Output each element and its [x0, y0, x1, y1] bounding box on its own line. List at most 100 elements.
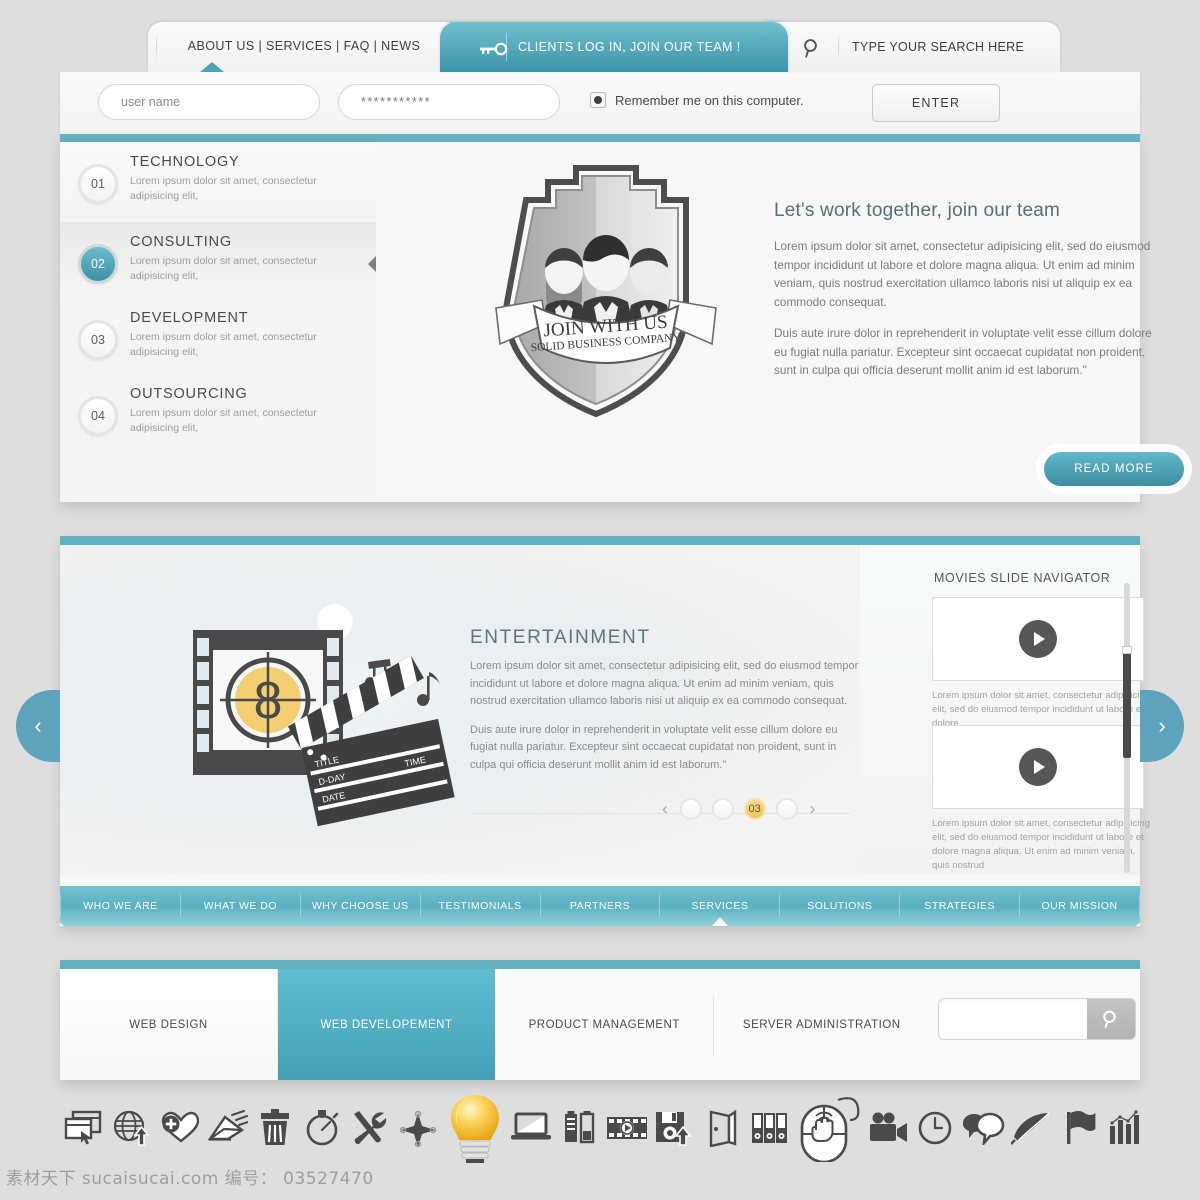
slider-section: 8 TITLE D-DAY DATE TIME ENTERTAINMENT Lo… — [60, 536, 1150, 926]
door-exit-icon[interactable] — [698, 1100, 746, 1156]
battery-icon[interactable] — [555, 1100, 603, 1156]
tab-web-development[interactable]: WEB DEVELOPEMENT — [278, 969, 496, 1080]
search-tab-divider — [838, 32, 839, 62]
item-description: Lorem ipsum dolor sit amet, consectetur … — [130, 175, 317, 202]
key-icon — [480, 42, 508, 56]
slider-next-button[interactable]: › — [1140, 690, 1184, 762]
tab-server-administration[interactable]: SERVER ADMINISTRATION — [713, 969, 930, 1080]
nav-item-strategies[interactable]: STRATEGIES — [900, 895, 1021, 917]
play-icon[interactable] — [1019, 748, 1057, 786]
icon-strip — [60, 1092, 1150, 1164]
flag-icon[interactable] — [1055, 1100, 1103, 1156]
pagination-dot-4[interactable] — [775, 798, 798, 820]
movie-thumbnail-1[interactable] — [932, 597, 1144, 681]
checkbox-dot — [594, 96, 602, 104]
nav-item-who-we-are[interactable]: WHO WE ARE — [60, 895, 181, 917]
clients-login-tab[interactable]: CLIENTS LOG IN, JOIN OUR TEAM ! — [440, 22, 788, 72]
play-icon[interactable] — [1019, 620, 1057, 658]
password-input[interactable]: *********** — [338, 84, 560, 120]
movie-camera-icon[interactable] — [864, 1100, 912, 1156]
top-bar: ABOUT US | SERVICES | FAQ | NEWS CLIENTS… — [0, 0, 1200, 72]
movie-caption-2: Lorem ipsum dolor sit amet, consectetur … — [932, 818, 1151, 871]
entertainment-panel: 8 TITLE D-DAY DATE TIME ENTERTAINMENT Lo… — [60, 545, 860, 875]
nav-item-what-we-do[interactable]: WHAT WE DO — [181, 895, 301, 917]
movies-scrollbar-thumb[interactable] — [1123, 650, 1131, 758]
remember-me-control[interactable]: Remember me on this computer. — [590, 92, 804, 108]
main-menu-tab[interactable]: ABOUT US | SERVICES | FAQ | NEWS — [148, 22, 460, 72]
remember-me-label: Remember me on this computer. — [615, 92, 804, 108]
compass-icon[interactable] — [394, 1100, 442, 1156]
nav-item-why-choose-us[interactable]: WHY CHOOSE US — [301, 895, 421, 917]
bottom-search-box[interactable] — [938, 998, 1136, 1040]
nav-item-solutions[interactable]: SOLUTIONS — [780, 895, 901, 917]
nav-item-partners[interactable]: PARTNERS — [541, 895, 661, 917]
trash-icon[interactable] — [251, 1100, 299, 1156]
tools-icon[interactable] — [346, 1100, 394, 1156]
nav-item-testimonials[interactable]: TESTIMONIALS — [421, 895, 541, 917]
bottom-search-button[interactable] — [1087, 999, 1135, 1039]
binders-icon[interactable] — [746, 1100, 794, 1156]
speech-bubbles-icon[interactable] — [959, 1100, 1007, 1156]
tab-product-management[interactable]: PRODUCT MANAGEMENT — [496, 969, 713, 1080]
tab-web-design[interactable]: WEB DESIGN — [60, 969, 278, 1080]
accordion-item-outsourcing[interactable]: 04 OUTSOURCING Lorem ipsum dolor sit ame… — [60, 374, 376, 450]
movies-scrollbar-grip[interactable] — [1122, 646, 1132, 654]
bottom-tabs-section: WEB DESIGN WEB DEVELOPEMENT PRODUCT MANA… — [60, 960, 1140, 1080]
accordion-item-technology[interactable]: 01 TECHNOLOGY Lorem ipsum dolor sit amet… — [60, 142, 376, 218]
clock-icon[interactable] — [912, 1100, 960, 1156]
bottom-search-input[interactable] — [939, 999, 1087, 1039]
item-description: Lorem ipsum dolor sit amet, consectetur … — [130, 331, 317, 358]
item-description: Lorem ipsum dolor sit amet, consectetur … — [130, 407, 317, 434]
pagination-dot-1[interactable] — [679, 798, 702, 820]
feather-pen-icon[interactable] — [1007, 1100, 1055, 1156]
section-navbar: WHO WE ARE WHAT WE DO WHY CHOOSE US TEST… — [60, 886, 1141, 926]
globe-upload-icon[interactable] — [108, 1100, 156, 1156]
mouse-click-icon[interactable] — [794, 1094, 864, 1162]
read-more-button[interactable]: READ MORE — [1044, 452, 1184, 486]
heart-plus-icon[interactable] — [155, 1100, 203, 1156]
movies-navigator-title: MOVIES SLIDE NAVIGATOR — [934, 571, 1111, 585]
search-tab[interactable]: TYPE YOUR SEARCH HERE — [756, 22, 1060, 72]
browser-window-icon[interactable] — [60, 1100, 108, 1156]
nav-item-our-mission[interactable]: OUR MISSION — [1020, 895, 1141, 917]
pagination-prev-icon[interactable]: ‹ — [660, 799, 670, 819]
shield-badge: JOIN WITH US SOLID BUSINESS COMPANY — [486, 160, 726, 420]
search-icon[interactable] — [802, 38, 822, 58]
floppy-save-icon[interactable] — [651, 1100, 699, 1156]
remember-me-checkbox[interactable] — [590, 92, 606, 108]
watermark: 素材天下 sucaisucai.com 编号： 03527470 — [6, 1169, 374, 1189]
item-number: 03 — [78, 320, 118, 360]
accordion-item-consulting[interactable]: 02 CONSULTING Lorem ipsum dolor sit amet… — [60, 222, 379, 298]
pagination-dot-3-active[interactable]: 03 — [743, 798, 766, 820]
bar-chart-icon[interactable] — [1102, 1100, 1150, 1156]
film-strip-icon[interactable] — [603, 1100, 651, 1156]
search-tab-label[interactable]: TYPE YOUR SEARCH HERE — [852, 40, 1024, 54]
bottom-accent-bar — [60, 960, 1140, 969]
entertainment-paragraph-1: Lorem ipsum dolor sit amet, consectetur … — [470, 660, 859, 707]
item-title: DEVELOPMENT — [130, 310, 249, 326]
pagination-dot-2[interactable] — [711, 798, 734, 820]
hero-accent-bar — [60, 134, 1140, 142]
clients-login-label[interactable]: CLIENTS LOG IN, JOIN OUR TEAM ! — [518, 40, 741, 54]
main-menu-labels[interactable]: ABOUT US | SERVICES | FAQ | NEWS — [148, 39, 460, 53]
login-panel: user name *********** Remember me on thi… — [60, 72, 1140, 134]
enter-button[interactable]: ENTER — [872, 84, 1000, 122]
username-input[interactable]: user name — [98, 84, 320, 120]
lightbulb-icon[interactable] — [442, 1093, 508, 1163]
item-number: 01 — [78, 164, 118, 204]
clients-tab-divider — [506, 33, 507, 61]
slider-prev-button[interactable]: ‹ — [16, 690, 60, 762]
active-tab-caret — [200, 62, 224, 72]
accordion-item-development[interactable]: 03 DEVELOPMENT Lorem ipsum dolor sit ame… — [60, 298, 376, 374]
laptop-icon[interactable] — [508, 1100, 556, 1156]
stopwatch-icon[interactable] — [299, 1100, 347, 1156]
pagination-next-icon[interactable]: › — [808, 799, 818, 819]
hero-paragraph-1: Lorem ipsum dolor sit amet, consectetur … — [774, 239, 1151, 309]
envelope-send-icon[interactable] — [203, 1100, 251, 1156]
entertainment-paragraph-2: Duis aute irure dolor in reprehenderit i… — [470, 723, 838, 771]
nav-item-services[interactable]: SERVICES — [660, 895, 781, 926]
movie-thumbnail-2[interactable] — [932, 725, 1144, 809]
entertainment-heading: ENTERTAINMENT — [470, 627, 651, 648]
join-with-us-shield-icon: JOIN WITH US SOLID BUSINESS COMPANY — [495, 165, 717, 418]
item-title: OUTSOURCING — [130, 386, 248, 402]
